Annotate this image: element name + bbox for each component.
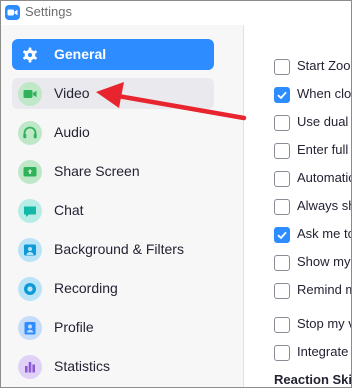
option-label: Remind m <box>297 282 351 297</box>
sidebar-item-video[interactable]: Video <box>12 78 214 109</box>
checkbox[interactable] <box>274 115 290 131</box>
sidebar-item-general[interactable]: General <box>12 39 214 70</box>
sidebar-item-label: Recording <box>54 280 118 296</box>
chat-icon <box>18 199 42 223</box>
profile-icon <box>18 316 42 340</box>
sidebar-item-label: Profile <box>54 319 94 335</box>
option-label: Use dual <box>297 114 349 129</box>
checkbox[interactable] <box>274 143 290 159</box>
checkbox[interactable] <box>274 171 290 187</box>
zoom-app-icon <box>5 5 20 20</box>
checkbox[interactable] <box>274 255 290 271</box>
title-bar: Settings <box>1 1 351 25</box>
sidebar-item-background-filters[interactable]: Background & Filters <box>12 234 214 265</box>
checkbox[interactable] <box>274 59 290 75</box>
checkbox[interactable] <box>274 317 290 333</box>
sidebar-item-label: General <box>54 46 107 62</box>
sidebar-item-label: Chat <box>54 202 84 218</box>
option-label: Always sh <box>297 198 351 213</box>
option-label: When clo <box>297 86 351 101</box>
checkbox[interactable] <box>274 345 290 361</box>
option-label: Stop my v <box>297 316 351 331</box>
sidebar-item-label: Share Screen <box>54 163 140 179</box>
recording-icon <box>18 277 42 301</box>
sidebar-item-label: Background & Filters <box>54 241 184 257</box>
settings-window: Settings General Video Audio Share Scree… <box>0 0 352 388</box>
background-icon <box>18 238 42 262</box>
statistics-icon <box>18 355 42 379</box>
checkmark-icon <box>277 91 287 100</box>
option-label: Ask me to <box>297 226 351 241</box>
sidebar-item-label: Audio <box>54 124 90 140</box>
sidebar-item-share-screen[interactable]: Share Screen <box>12 156 214 187</box>
option-label: Enter full <box>297 142 349 157</box>
share-screen-icon <box>18 160 42 184</box>
option-label: Integrate <box>297 344 349 359</box>
sidebar-item-audio[interactable]: Audio <box>12 117 214 148</box>
headphones-icon <box>18 121 42 145</box>
sidebar-item-statistics[interactable]: Statistics <box>12 351 214 382</box>
video-camera-icon <box>18 82 42 106</box>
sidebar-item-profile[interactable]: Profile <box>12 312 214 343</box>
option-label: Automatic <box>297 170 351 185</box>
checkbox[interactable] <box>274 199 290 215</box>
gear-icon <box>18 43 42 67</box>
sidebar-item-chat[interactable]: Chat <box>12 195 214 226</box>
checkbox-checked[interactable] <box>274 87 290 103</box>
option-label: Start Zoo <box>297 58 351 73</box>
checkbox-checked[interactable] <box>274 227 290 243</box>
checkbox[interactable] <box>274 283 290 299</box>
settings-sidebar: General Video Audio Share Screen Chat Ba… <box>1 25 244 387</box>
general-settings-panel: Start Zoo When clo Use dual Enter full A… <box>244 25 351 387</box>
section-heading: Reaction Skin <box>274 372 351 387</box>
sidebar-item-recording[interactable]: Recording <box>12 273 214 304</box>
option-label: Show my <box>297 254 351 269</box>
checkmark-icon <box>277 231 287 240</box>
sidebar-item-label: Video <box>54 85 90 101</box>
sidebar-item-label: Statistics <box>54 358 111 374</box>
window-title: Settings <box>25 4 72 19</box>
